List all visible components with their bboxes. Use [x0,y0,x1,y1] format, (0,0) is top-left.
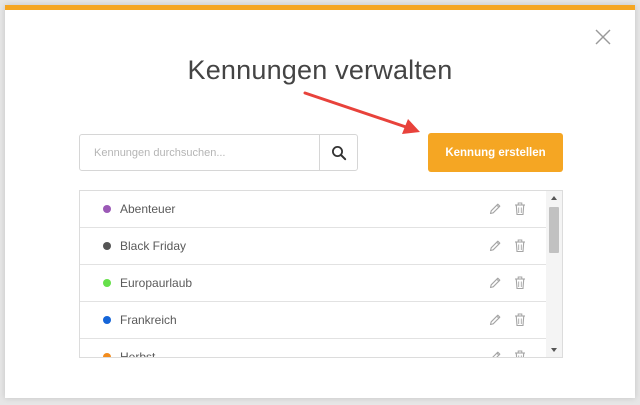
delete-tag-button[interactable] [514,239,526,253]
search-button[interactable] [319,135,357,170]
pencil-icon [489,203,501,215]
pencil-icon [492,351,501,357]
tag-row[interactable]: Abenteuer [80,191,546,228]
tag-label: Herbst [120,350,156,358]
scrollbar-thumb[interactable] [549,207,559,253]
tag-color-dot [103,242,111,250]
tag-label: Abenteuer [120,202,176,216]
tag-row[interactable]: Frankreich [80,302,546,339]
search-box [79,134,358,171]
tag-row[interactable]: Black Friday [80,228,546,265]
search-input[interactable] [80,135,319,170]
annotation-arrow-icon [303,91,420,134]
tag-list: Abenteuer Black Friday Europaurlaub Frankre… [79,190,563,358]
delete-tag-button[interactable] [514,313,526,327]
tag-color-dot [103,279,111,287]
modal-title: Kennungen verwalten [187,55,453,85]
trash-icon [515,276,525,290]
delete-tag-button[interactable] [514,202,526,216]
manage-tags-modal: Kennungen verwalten Kennung erstellen Ab… [5,5,635,398]
delete-tag-button[interactable] [514,350,526,357]
edit-tag-button[interactable] [488,350,502,357]
tag-color-dot [103,316,111,324]
search-icon [331,145,346,160]
edit-tag-button[interactable] [488,313,502,327]
tag-row[interactable]: Europaurlaub [80,265,546,302]
trash-icon [515,202,525,216]
scroll-up-button[interactable] [546,191,562,205]
tag-row[interactable]: Herbst [80,339,546,358]
edit-tag-button[interactable] [488,202,502,216]
close-icon [595,29,611,45]
scrollbar[interactable] [546,191,562,357]
pencil-icon [489,277,501,289]
trash-icon [515,239,525,253]
pencil-icon [489,314,501,326]
scroll-down-button[interactable] [546,343,562,357]
trash-icon [515,313,525,327]
pencil-icon [489,240,501,252]
caret-down-icon [551,348,557,352]
delete-tag-button[interactable] [514,276,526,290]
create-tag-button[interactable]: Kennung erstellen [428,133,563,172]
caret-up-icon [551,196,557,200]
tag-label: Frankreich [120,313,177,327]
tag-label: Black Friday [120,239,187,253]
edit-tag-button[interactable] [488,239,502,253]
trash-icon [515,350,525,357]
tag-label: Europaurlaub [120,276,193,290]
close-button[interactable] [592,26,614,48]
tag-color-dot [103,353,111,357]
edit-tag-button[interactable] [488,276,502,290]
tag-color-dot [103,205,111,213]
